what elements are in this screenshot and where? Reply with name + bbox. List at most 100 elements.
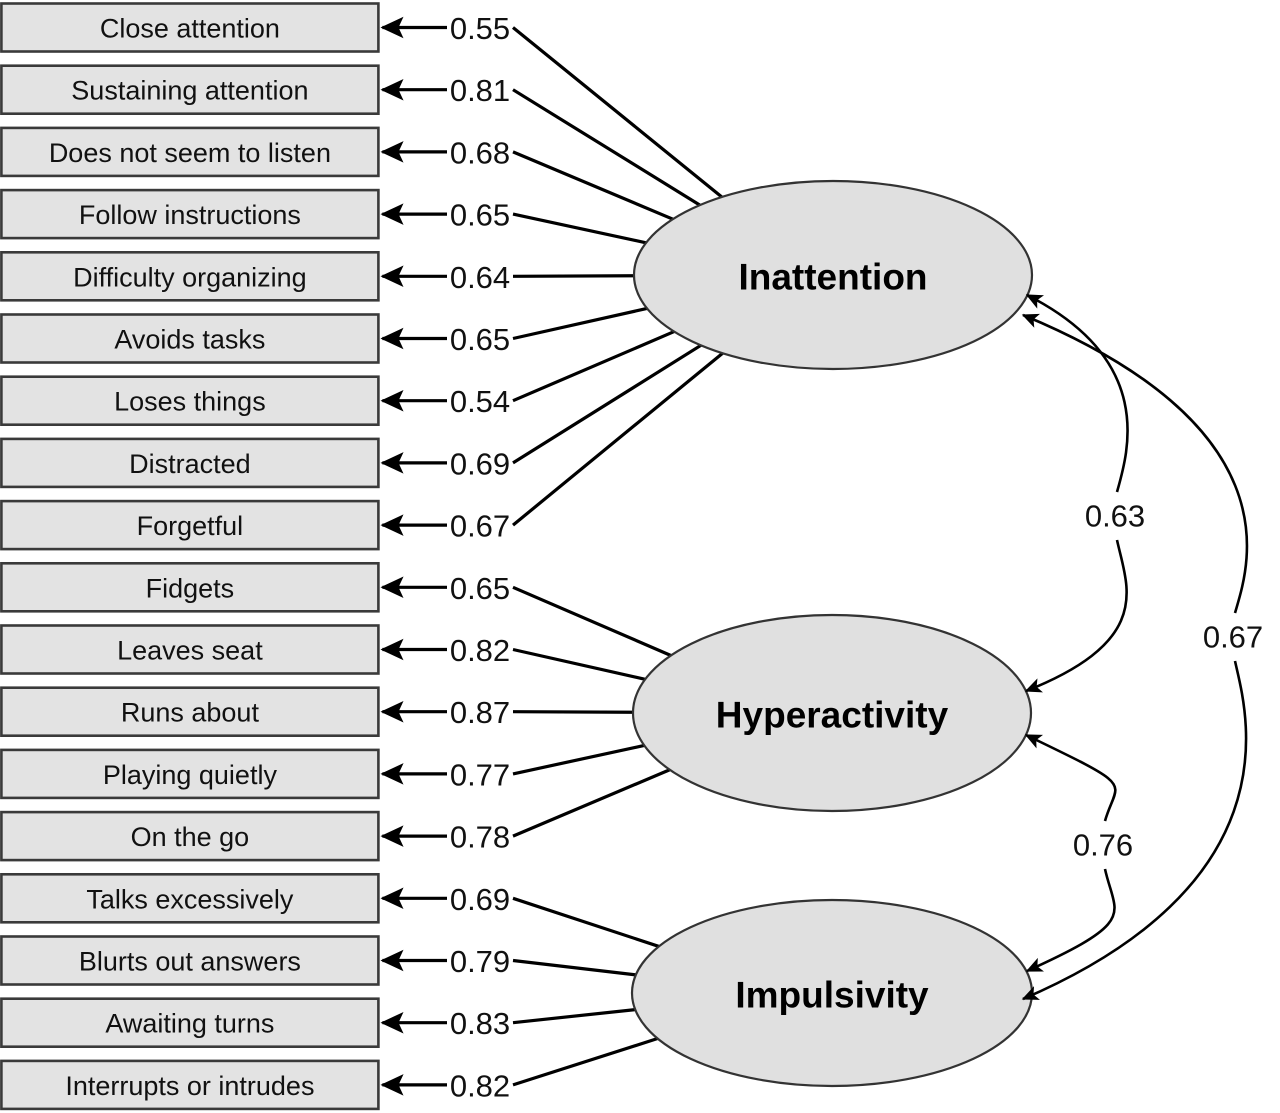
loading-line-segment xyxy=(512,330,675,403)
indicator-label: Loses things xyxy=(114,387,266,417)
loading-value-label: 0.82 xyxy=(450,1068,510,1103)
indicator-label: Awaiting turns xyxy=(105,1009,274,1039)
correlation-curve-lower xyxy=(1025,868,1116,973)
indicator-box-layer: Close attention Sustaining attention Does … xyxy=(0,2,380,1111)
correlation-curve-upper xyxy=(1021,313,1249,614)
correlation-inattention-impulsivity: 0.67 xyxy=(1021,313,1263,1001)
loading-value-label: 0.54 xyxy=(450,384,510,419)
indicator-box: Runs about xyxy=(0,686,380,738)
factor-loading-path: 0.67 xyxy=(380,351,724,544)
latent-factor-inattention: Inattention xyxy=(632,179,1034,371)
loading-value-label: 0.69 xyxy=(450,882,510,917)
indicator-box: Close attention xyxy=(0,2,380,53)
loading-line-segment xyxy=(512,647,646,681)
indicator-label: Does not seem to listen xyxy=(49,138,331,168)
loading-line-segment xyxy=(512,150,674,221)
indicator-box: Forgetful xyxy=(0,499,380,551)
indicator-box: Does not seem to listen xyxy=(0,126,380,178)
factor-loading-path: 0.68 xyxy=(380,135,674,221)
correlation-hyperactivity-impulsivity: 0.76 xyxy=(1024,733,1133,973)
indicator-label: Sustaining attention xyxy=(71,76,308,106)
indicator-label: Follow instructions xyxy=(79,200,301,230)
loading-line-segment xyxy=(512,896,660,948)
factor-loading-path: 0.83 xyxy=(380,1006,636,1041)
loading-value-label: 0.87 xyxy=(450,695,510,730)
loading-value-label: 0.55 xyxy=(450,11,510,46)
indicator-box: Difficulty organizing xyxy=(0,251,380,302)
latent-factor-label: Impulsivity xyxy=(735,975,929,1016)
loading-line-segment xyxy=(512,343,702,465)
loading-value-label: 0.65 xyxy=(450,198,510,233)
indicator-label: Close attention xyxy=(100,14,280,44)
loading-line-segment xyxy=(511,351,724,527)
indicator-label: Blurts out answers xyxy=(79,947,301,977)
factor-loading-path: 0.82 xyxy=(380,633,646,681)
correlation-curve-upper xyxy=(1024,733,1117,822)
sem-path-diagram: Close attention Sustaining attention Does … xyxy=(0,0,1280,1113)
indicator-box: Distracted xyxy=(0,437,380,489)
loading-value-label: 0.65 xyxy=(450,571,510,606)
factor-loading-path: 0.54 xyxy=(380,330,675,419)
indicator-label: Playing quietly xyxy=(103,760,278,790)
loading-line-segment xyxy=(512,1037,659,1087)
loading-line-segment xyxy=(512,212,647,245)
factor-loading-path: 0.65 xyxy=(380,306,648,357)
indicator-box: Blurts out answers xyxy=(0,935,380,986)
latent-factor-impulsivity: Impulsivity xyxy=(630,898,1034,1088)
factor-loading-path: 0.65 xyxy=(380,198,647,245)
indicator-label: Avoids tasks xyxy=(114,325,265,355)
factor-loading-path: 0.65 xyxy=(380,571,672,657)
indicator-box: Interrupts or intrudes xyxy=(0,1059,380,1111)
factor-loading-path: 0.64 xyxy=(380,260,635,295)
indicator-box: On the go xyxy=(0,810,380,862)
indicator-box: Fidgets xyxy=(0,561,380,613)
factor-loading-path: 0.69 xyxy=(380,882,660,948)
loading-line-segment xyxy=(512,1008,636,1025)
factor-loading-path: 0.79 xyxy=(380,944,637,979)
correlation-path-layer: 0.63 0.76 0.67 xyxy=(1021,293,1263,1001)
loading-value-label: 0.65 xyxy=(450,322,510,357)
loading-value-label: 0.81 xyxy=(450,73,510,108)
loading-value-label: 0.77 xyxy=(450,757,510,792)
factor-loading-path: 0.77 xyxy=(380,743,645,792)
loading-value-label: 0.67 xyxy=(450,509,510,544)
indicator-label: Interrupts or intrudes xyxy=(65,1071,314,1101)
indicator-box: Awaiting turns xyxy=(0,997,380,1049)
loading-line-segment xyxy=(511,26,723,199)
factor-loading-path: 0.82 xyxy=(380,1037,659,1103)
indicator-box: Leaves seat xyxy=(0,624,380,675)
loading-line-segment xyxy=(512,88,701,207)
factor-loading-path: 0.78 xyxy=(380,768,671,855)
indicator-label: Difficulty organizing xyxy=(73,262,307,292)
factor-loading-path: 0.69 xyxy=(380,343,702,481)
latent-factor-hyperactivity: Hyperactivity xyxy=(631,613,1033,813)
loading-line-segment xyxy=(512,710,634,714)
indicator-box: Avoids tasks xyxy=(0,313,380,364)
indicator-box: Loses things xyxy=(0,375,380,427)
correlation-curve-lower xyxy=(1024,539,1128,693)
indicator-box: Playing quietly xyxy=(0,748,380,800)
latent-factor-layer: Inattention Hyperactivity Impulsivity xyxy=(630,179,1034,1088)
loading-value-label: 0.82 xyxy=(450,633,510,668)
loading-line-segment xyxy=(512,958,637,977)
loading-value-label: 0.83 xyxy=(450,1006,510,1041)
indicator-label: Fidgets xyxy=(146,573,235,603)
loading-line-segment xyxy=(512,743,645,776)
loading-value-label: 0.69 xyxy=(450,446,510,481)
latent-factor-label: Inattention xyxy=(738,257,927,298)
correlation-curve-lower xyxy=(1021,660,1248,1001)
loading-line-segment xyxy=(512,768,671,838)
indicator-box: Sustaining attention xyxy=(0,64,380,115)
factor-loading-path: 0.87 xyxy=(380,695,634,730)
correlation-value-label: 0.63 xyxy=(1085,499,1145,534)
indicator-box: Talks excessively xyxy=(0,872,380,924)
indicator-label: Runs about xyxy=(121,698,260,728)
indicator-box: Follow instructions xyxy=(0,188,380,240)
loading-value-label: 0.64 xyxy=(450,260,510,295)
indicator-label: Forgetful xyxy=(137,511,244,541)
sem-diagram-canvas: Close attention Sustaining attention Does … xyxy=(0,2,1263,1111)
loading-value-label: 0.68 xyxy=(450,135,510,170)
correlation-inattention-hyperactivity: 0.63 xyxy=(1024,293,1145,693)
indicator-label: On the go xyxy=(131,822,250,852)
indicator-label: Distracted xyxy=(129,449,251,479)
